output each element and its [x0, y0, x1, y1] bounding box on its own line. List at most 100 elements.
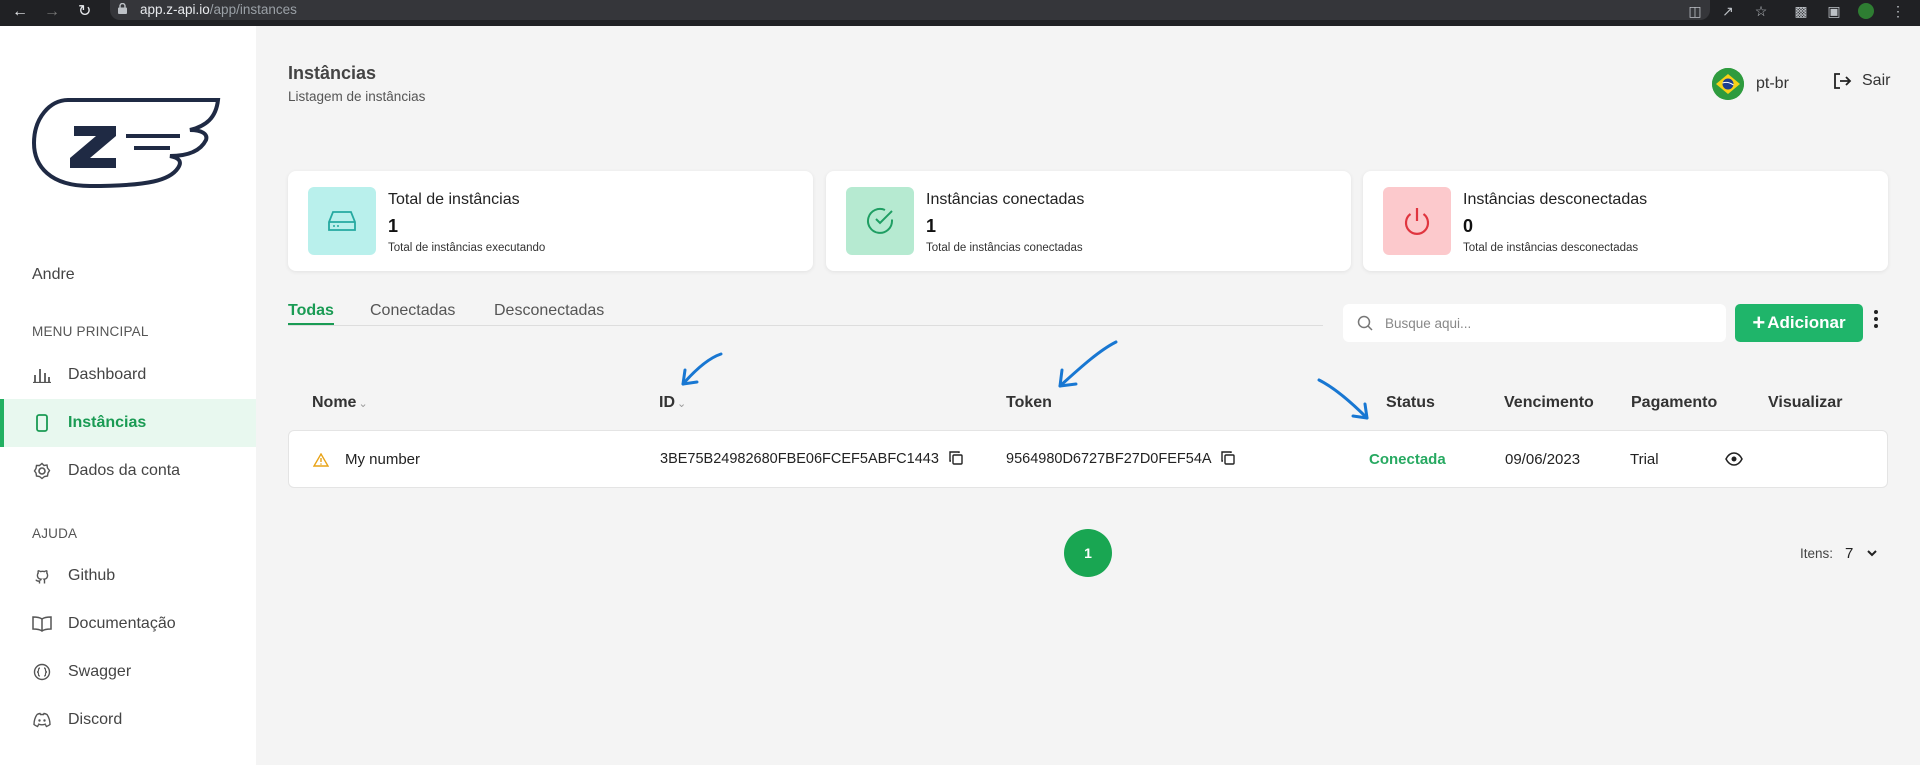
lock-icon — [118, 3, 127, 14]
card-instancias-conectadas: Instâncias conectadas 1 Total de instânc… — [826, 171, 1351, 271]
sidebar-item-swagger[interactable]: Swagger — [0, 648, 256, 696]
column-header-status: Status — [1386, 394, 1435, 411]
github-icon — [32, 566, 52, 586]
sidebar-item-label: Swagger — [68, 663, 132, 680]
column-header-token: Token — [1006, 394, 1052, 411]
tab-desconectadas[interactable]: Desconectadas — [494, 302, 604, 320]
plus-icon: + — [1752, 310, 1766, 335]
items-per-page: Itens: 7 — [1800, 545, 1878, 562]
logout-label: Sair — [1862, 72, 1891, 89]
more-options-icon[interactable] — [1872, 310, 1880, 334]
search-icon — [1357, 315, 1373, 331]
language-selector[interactable]: pt-br — [1712, 68, 1789, 100]
instance-token: 9564980D6727BF27D0FEF54A — [1006, 451, 1211, 467]
browser-menu-icon[interactable]: ⋮ — [1890, 3, 1906, 19]
column-header-name[interactable]: Nome ⌄ — [312, 394, 368, 412]
add-instance-button[interactable]: + Adicionar — [1735, 304, 1863, 342]
brazil-flag-icon — [1712, 68, 1744, 100]
check-circle-icon — [846, 187, 914, 255]
sidebar-item-label: Dados da conta — [68, 462, 181, 479]
sort-chevron-icon: ⌄ — [358, 398, 368, 410]
card-description: Total de instâncias executando — [388, 242, 546, 254]
tab-todas[interactable]: Todas — [288, 302, 334, 325]
add-button-label: Adicionar — [1767, 313, 1846, 332]
sidebar-item-label: Instâncias — [68, 414, 147, 431]
address-bar[interactable]: app.z-api.io/app/instances — [110, 0, 1710, 20]
card-title: Instâncias desconectadas — [1463, 191, 1648, 208]
items-label: Itens: — [1800, 546, 1834, 561]
payment-type: Trial — [1630, 451, 1659, 468]
main-menu-title: MENU PRINCIPAL — [32, 324, 149, 339]
share-icon[interactable]: ↗ — [1720, 3, 1736, 19]
sort-chevron-icon: ⌄ — [677, 398, 687, 410]
annotation-arrow-icon — [1058, 340, 1118, 388]
due-date: 09/06/2023 — [1505, 451, 1581, 468]
card-value: 1 — [926, 216, 937, 236]
card-instancias-desconectadas: Instâncias desconectadas 0 Total de inst… — [1363, 171, 1888, 271]
sidebar-item-label: Github — [68, 567, 116, 584]
sidebar: Andre MENU PRINCIPAL Dashboard Instância… — [0, 26, 256, 765]
url-text: app.z-api.io/app/instances — [140, 2, 297, 17]
chevron-down-icon[interactable] — [1867, 550, 1878, 557]
card-value: 1 — [388, 216, 399, 236]
language-label: pt-br — [1756, 75, 1789, 92]
search-input[interactable] — [1385, 315, 1705, 331]
bookmark-star-icon[interactable]: ☆ — [1753, 3, 1769, 19]
reload-icon[interactable]: ↻ — [78, 2, 91, 22]
card-title: Instâncias conectadas — [926, 191, 1085, 208]
page-1-button[interactable]: 1 — [1064, 529, 1112, 577]
back-arrow-icon[interactable]: ← — [12, 2, 28, 22]
sidebar-item-label: Documentação — [68, 615, 176, 632]
logout-icon — [1834, 73, 1852, 89]
card-description: Total de instâncias conectadas — [926, 242, 1083, 254]
sidebar-item-github[interactable]: Github — [0, 552, 256, 600]
book-icon — [32, 614, 52, 634]
forward-arrow-icon[interactable]: → — [44, 2, 60, 22]
instance-id-cell: 3BE75B24982680FBE06FCEF5ABFC1443 — [660, 451, 963, 467]
status-badge: Conectada — [1369, 451, 1446, 468]
hard-drive-icon — [308, 187, 376, 255]
copy-token-icon[interactable] — [1221, 451, 1235, 465]
table-row[interactable]: My number 3BE75B24982680FBE06FCEF5ABFC14… — [288, 430, 1888, 488]
sidebar-item-instancias[interactable]: Instâncias — [0, 399, 256, 447]
card-value: 0 — [1463, 216, 1474, 236]
phone-icon — [32, 413, 52, 433]
bar-chart-icon — [32, 365, 52, 385]
instance-id: 3BE75B24982680FBE06FCEF5ABFC1443 — [660, 451, 939, 467]
extensions-icon[interactable]: ▩ — [1793, 3, 1809, 19]
column-header-id[interactable]: ID ⌄ — [659, 394, 686, 412]
page-title: Instâncias — [288, 63, 377, 83]
z-api-logo — [31, 98, 221, 189]
copy-id-icon[interactable] — [949, 451, 963, 465]
items-value[interactable]: 7 — [1845, 545, 1853, 562]
sidebar-item-dados-da-conta[interactable]: Dados da conta — [0, 447, 256, 495]
column-header-view: Visualizar — [1768, 394, 1843, 411]
filter-tabs: Todas Conectadas Desconectadas — [288, 302, 1323, 326]
sidebar-item-dashboard[interactable]: Dashboard — [0, 351, 256, 399]
sidebar-item-documentacao[interactable]: Documentação — [0, 600, 256, 648]
card-title: Total de instâncias — [388, 191, 520, 208]
profile-avatar-icon[interactable] — [1858, 3, 1874, 19]
sidebar-item-label: Discord — [68, 711, 123, 728]
column-header-due-date: Vencimento — [1504, 394, 1594, 411]
tab-conectadas[interactable]: Conectadas — [370, 302, 455, 320]
sidepanel-icon[interactable]: ▣ — [1826, 3, 1842, 19]
page-subtitle: Listagem de instâncias — [288, 89, 426, 104]
instance-token-cell: 9564980D6727BF27D0FEF54A — [1006, 451, 1235, 467]
annotation-arrow-icon — [1317, 378, 1369, 420]
user-name: Andre — [32, 266, 75, 283]
swagger-icon — [32, 662, 52, 682]
translate-icon[interactable]: ◫ — [1687, 3, 1703, 19]
sidebar-item-discord[interactable]: Discord — [0, 696, 256, 744]
search-box[interactable] — [1343, 304, 1726, 342]
annotation-arrow-icon — [681, 352, 723, 386]
column-header-payment: Pagamento — [1631, 394, 1718, 411]
warning-icon — [313, 453, 329, 467]
card-description: Total de instâncias desconectadas — [1463, 242, 1639, 254]
browser-toolbar: ← → ↻ app.z-api.io/app/instances ◫ ↗ ☆ ▩… — [0, 0, 1920, 26]
power-icon — [1383, 187, 1451, 255]
discord-icon — [32, 710, 52, 730]
logout-button[interactable]: Sair — [1832, 72, 1890, 90]
instance-name: My number — [345, 451, 421, 468]
eye-icon[interactable] — [1725, 452, 1743, 466]
